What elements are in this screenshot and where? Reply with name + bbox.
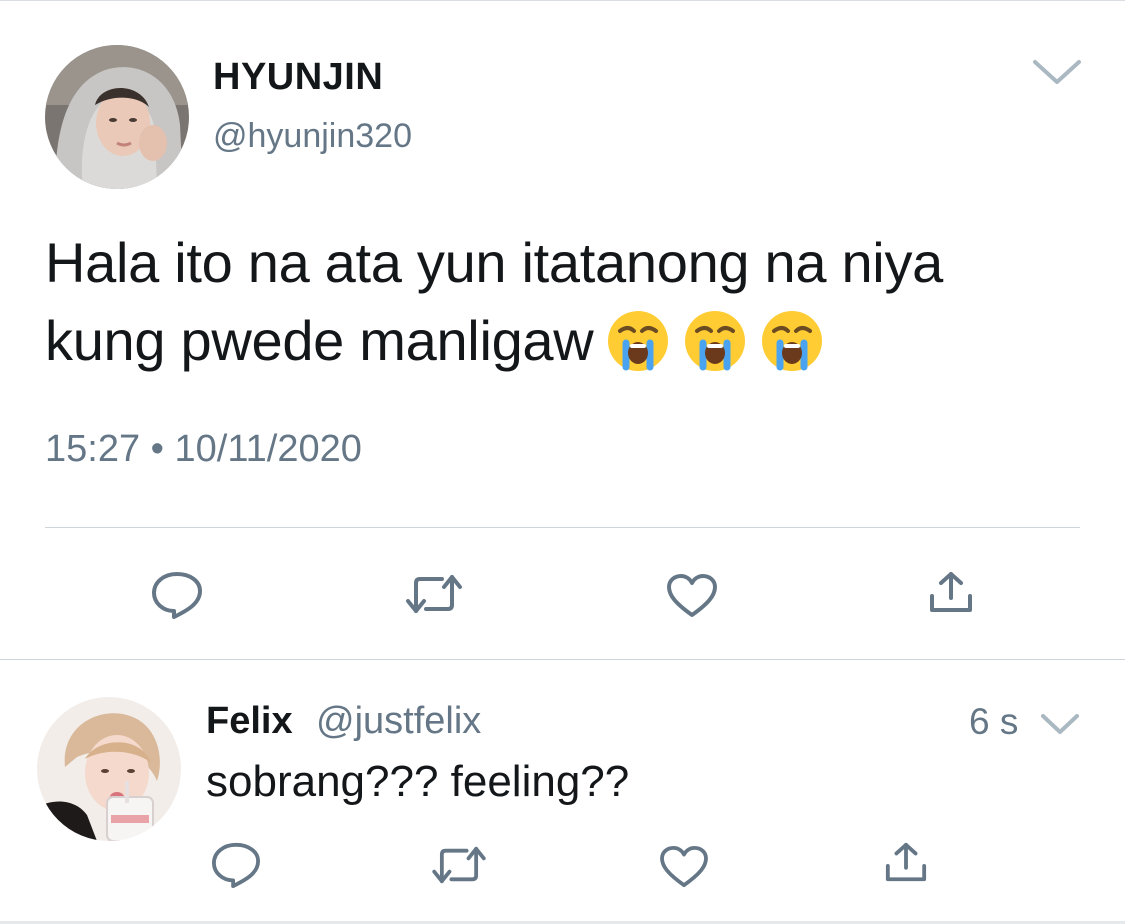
reply-icon[interactable] <box>150 570 204 620</box>
reply-text: sobrang??? feeling?? <box>206 757 630 806</box>
tweet-text-line-2: kung pwede manligaw <box>45 302 1085 380</box>
tweet-text-line-2-text: kung pwede manligaw <box>45 309 594 372</box>
tweet-text: Hala ito na ata yun itatanong na niya ku… <box>45 224 1085 380</box>
reply-time[interactable]: 6 s <box>969 701 1018 743</box>
reply-icon[interactable] <box>210 841 262 889</box>
chevron-down-icon[interactable] <box>1040 712 1080 736</box>
reply-author-handle[interactable]: @justfelix <box>316 700 481 743</box>
share-icon[interactable] <box>928 570 974 616</box>
loudly-crying-face-icon <box>683 309 747 373</box>
chevron-down-icon[interactable] <box>1031 56 1083 86</box>
retweet-icon[interactable] <box>430 845 488 885</box>
user-avatar-felix[interactable] <box>37 697 181 841</box>
tweet-timestamp[interactable]: 15:27 • 10/11/2020 <box>45 428 362 471</box>
share-icon[interactable] <box>884 841 928 885</box>
top-border <box>0 0 1125 1</box>
loudly-crying-face-icon <box>760 309 824 373</box>
author-display-name[interactable]: HYUNJIN <box>213 56 383 99</box>
reply-author-display-name[interactable]: Felix <box>206 700 293 743</box>
divider <box>45 527 1080 528</box>
like-icon[interactable] <box>658 845 710 889</box>
divider <box>0 659 1125 660</box>
user-avatar-hyunjin[interactable] <box>45 45 189 189</box>
like-icon[interactable] <box>665 573 719 619</box>
tweet-text-line-1: Hala ito na ata yun itatanong na niya <box>45 231 943 294</box>
retweet-icon[interactable] <box>404 573 464 615</box>
author-handle[interactable]: @hyunjin320 <box>213 117 412 156</box>
loudly-crying-face-icon <box>606 309 670 373</box>
